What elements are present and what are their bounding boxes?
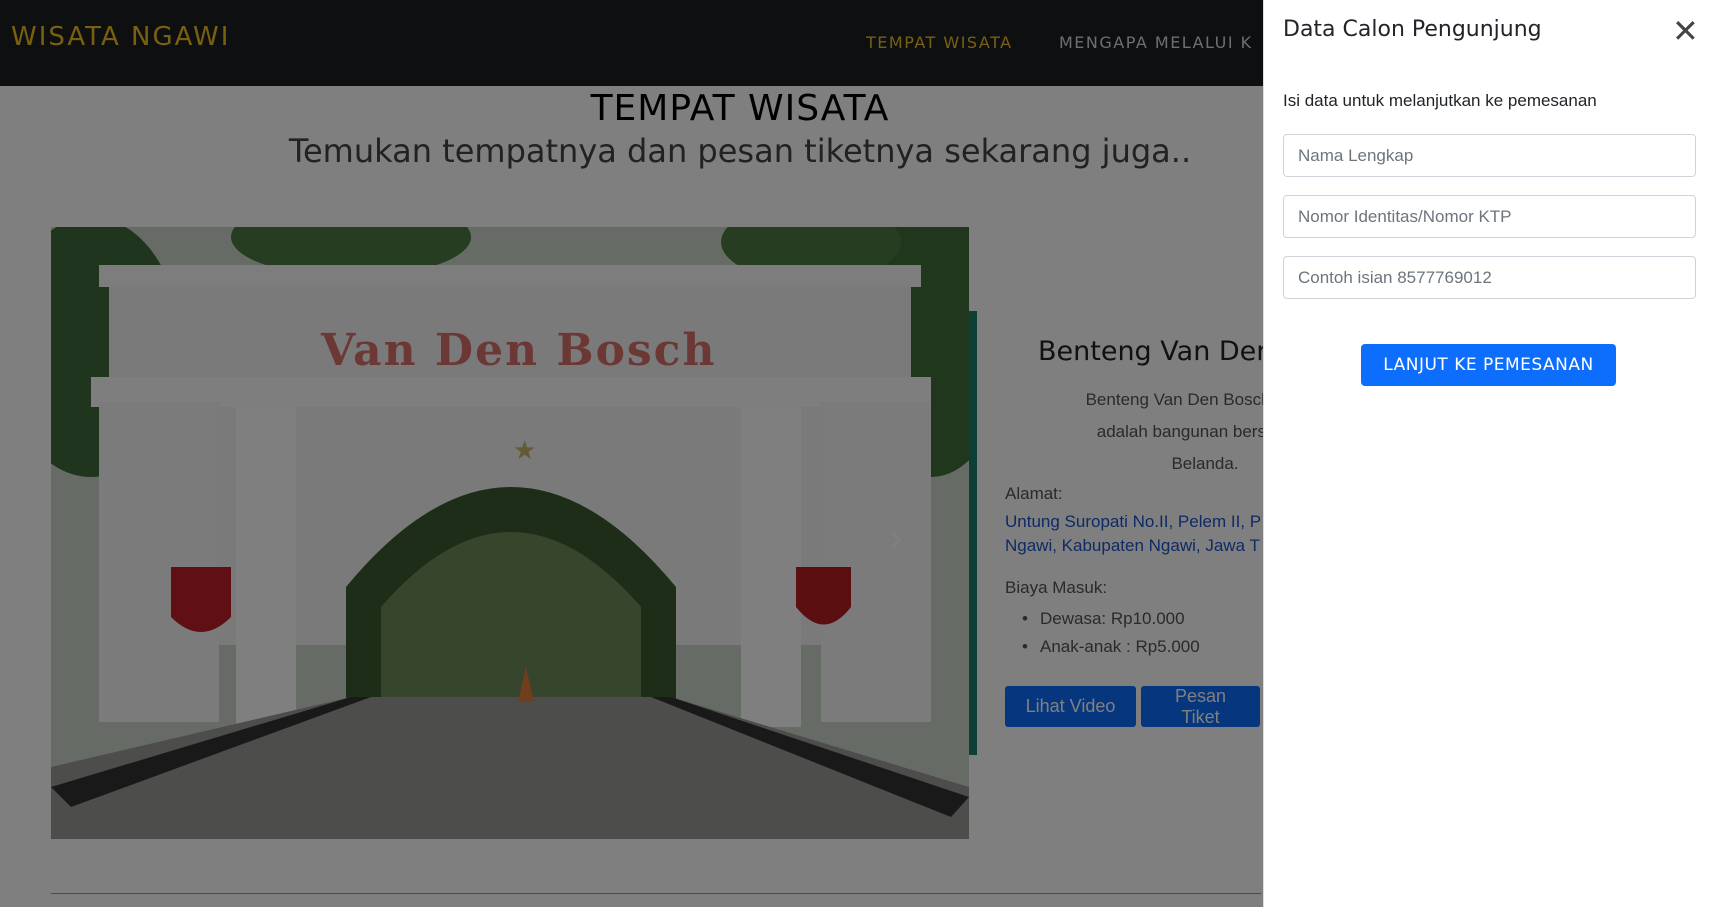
identity-number-input[interactable] — [1283, 195, 1696, 238]
full-name-input[interactable] — [1283, 134, 1696, 177]
continue-to-booking-button[interactable]: LANJUT KE PEMESANAN — [1361, 344, 1616, 386]
phone-number-input[interactable] — [1283, 256, 1696, 299]
panel-title: Data Calon Pengunjung — [1283, 17, 1542, 42]
close-icon[interactable]: ✕ — [1672, 15, 1699, 47]
panel-info-text: Isi data untuk melanjutkan ke pemesanan — [1283, 91, 1597, 110]
visitor-data-panel: Data Calon Pengunjung ✕ Isi data untuk m… — [1263, 0, 1711, 907]
backdrop-overlay[interactable] — [0, 0, 1263, 907]
